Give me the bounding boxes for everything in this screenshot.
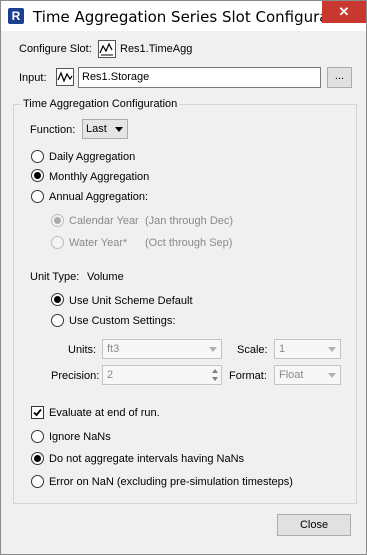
precision-spinbox[interactable]: 2 [102, 365, 222, 385]
function-select[interactable]: Last [82, 119, 128, 139]
group-title: Time Aggregation Configuration [21, 98, 180, 110]
format-label: Format: [229, 370, 267, 382]
close-button[interactable]: Close [277, 514, 351, 536]
calendar-year-note: (Jan through Dec) [145, 215, 234, 227]
configure-slot-label: Configure Slot: [19, 43, 92, 55]
input-label: Input: [19, 72, 47, 84]
precision-value: 2 [107, 369, 114, 381]
chevron-down-icon [328, 347, 336, 352]
use-custom-settings-radio[interactable] [51, 314, 64, 327]
chevron-down-icon [115, 127, 123, 132]
units-select[interactable]: ft3 [102, 339, 222, 359]
evaluate-at-end-label[interactable]: Evaluate at end of run. [49, 407, 160, 419]
dialog-window: R Time Aggregation Series Slot Configura… [0, 0, 367, 555]
unit-type-label: Unit Type: [30, 271, 80, 283]
scale-select[interactable]: 1 [274, 339, 341, 359]
time-agg-slot-icon [98, 40, 116, 58]
calendar-year-radio[interactable] [51, 214, 64, 227]
units-select-value: ft3 [107, 343, 120, 355]
function-label: Function: [30, 124, 76, 136]
water-year-note: (Oct through Sep) [145, 237, 233, 249]
error-on-nan-label[interactable]: Error on NaN (excluding pre-simulation t… [49, 476, 293, 488]
chevron-down-icon [328, 373, 336, 378]
monthly-aggregation-label[interactable]: Monthly Aggregation [49, 171, 149, 183]
ignore-nans-label[interactable]: Ignore NaNs [49, 431, 111, 443]
format-select[interactable]: Float [274, 365, 341, 385]
evaluate-at-end-checkbox[interactable] [31, 406, 44, 419]
unit-type-value: Volume [87, 271, 124, 283]
function-select-value: Last [86, 123, 107, 135]
series-slot-icon [56, 68, 74, 86]
annual-aggregation-label[interactable]: Annual Aggregation: [49, 191, 148, 203]
calendar-year-label[interactable]: Calendar Year [69, 215, 139, 227]
water-year-label[interactable]: Water Year* [69, 237, 127, 249]
water-year-radio[interactable] [51, 236, 64, 249]
precision-label: Precision: [51, 370, 100, 382]
browse-input-button[interactable]: ... [327, 67, 352, 88]
monthly-aggregation-radio[interactable] [31, 169, 44, 182]
window-close-button[interactable]: ✕ [322, 1, 366, 23]
spin-up-icon[interactable] [212, 369, 218, 373]
units-label: Units: [68, 344, 97, 356]
scale-label: Scale: [237, 344, 268, 356]
scale-select-value: 1 [279, 343, 286, 355]
error-on-nan-radio[interactable] [31, 475, 44, 488]
use-unit-scheme-default-radio[interactable] [51, 293, 64, 306]
format-select-value: Float [279, 369, 304, 381]
input-slot-value: Res1.Storage [82, 71, 150, 83]
input-slot-field[interactable]: Res1.Storage [78, 67, 321, 88]
chevron-down-icon [209, 347, 217, 352]
daily-aggregation-label[interactable]: Daily Aggregation [49, 151, 135, 163]
spin-down-icon[interactable] [212, 377, 218, 381]
use-unit-scheme-default-label[interactable]: Use Unit Scheme Default [69, 295, 193, 307]
riverware-app-icon: R [8, 8, 24, 24]
title-bar[interactable]: R Time Aggregation Series Slot Configura… [1, 1, 366, 31]
annual-aggregation-radio[interactable] [31, 190, 44, 203]
window-title: Time Aggregation Series Slot Configurati… [33, 8, 358, 26]
checkmark-icon [33, 408, 42, 417]
do-not-aggregate-nans-radio[interactable] [31, 452, 44, 465]
configure-slot-value: Res1.TimeAgg [120, 43, 193, 55]
do-not-aggregate-nans-label[interactable]: Do not aggregate intervals having NaNs [49, 453, 244, 465]
ignore-nans-radio[interactable] [31, 430, 44, 443]
use-custom-settings-label[interactable]: Use Custom Settings: [69, 315, 175, 327]
daily-aggregation-radio[interactable] [31, 150, 44, 163]
